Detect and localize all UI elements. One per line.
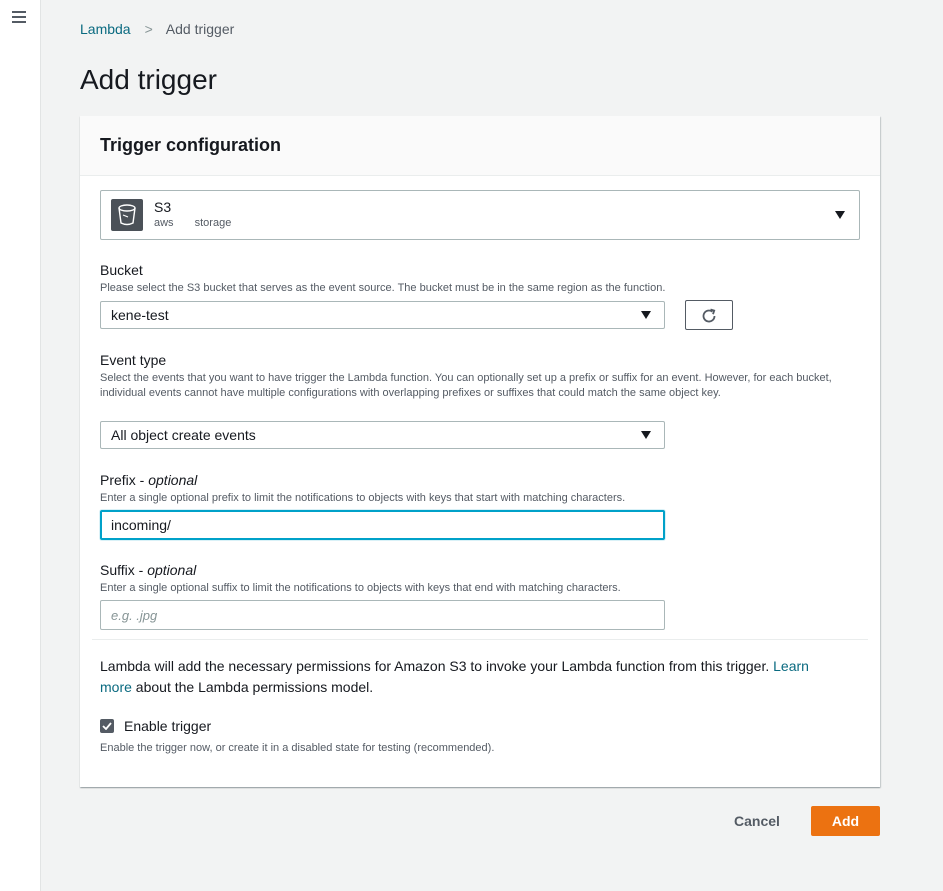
service-tag-aws: aws [154, 217, 174, 229]
side-navigation-rail [0, 0, 41, 891]
checkmark-icon [102, 722, 112, 730]
service-name: S3 [154, 199, 172, 215]
hamburger-menu-icon[interactable] [12, 11, 26, 23]
section-divider [92, 639, 868, 640]
enable-trigger-label[interactable]: Enable trigger [124, 718, 211, 734]
trigger-configuration-panel: Trigger configuration S3 aws storage Buc… [80, 116, 880, 787]
breadcrumb: Lambda > Add trigger [80, 21, 234, 37]
permissions-text-before: Lambda will add the necessary permission… [100, 658, 774, 674]
breadcrumb-separator-icon: > [144, 21, 153, 37]
event-type-select-value: All object create events [111, 427, 256, 443]
prefix-input[interactable] [100, 510, 665, 540]
s3-bucket-icon [111, 199, 143, 231]
prefix-label-text: Prefix - [100, 472, 149, 488]
prefix-optional-text: optional [148, 472, 198, 488]
chevron-down-icon [835, 211, 845, 219]
panel-title: Trigger configuration [80, 116, 880, 176]
bucket-select-value: kene-test [111, 307, 169, 323]
cancel-button[interactable]: Cancel [718, 806, 796, 836]
breadcrumb-current: Add trigger [165, 21, 235, 37]
enable-trigger-description: Enable the trigger now, or create it in … [100, 742, 495, 754]
suffix-optional-text: optional [147, 562, 197, 578]
bucket-select[interactable]: kene-test [100, 301, 665, 329]
chevron-down-icon [641, 311, 651, 319]
permissions-text-after: about the Lambda permissions model. [131, 679, 374, 695]
suffix-label: Suffix - optional [100, 562, 196, 578]
event-type-select[interactable]: All object create events [100, 421, 665, 449]
bucket-label: Bucket [100, 262, 143, 278]
suffix-input[interactable] [100, 600, 665, 630]
suffix-label-text: Suffix - [100, 562, 148, 578]
event-type-description: Select the events that you want to have … [100, 372, 832, 399]
suffix-description: Enter a single optional suffix to limit … [100, 582, 621, 594]
bucket-description: Please select the S3 bucket that serves … [100, 282, 666, 294]
refresh-buckets-button[interactable] [685, 300, 733, 330]
permissions-notice: Lambda will add the necessary permission… [100, 656, 840, 698]
chevron-down-icon [641, 431, 651, 439]
service-tags: aws storage [154, 217, 249, 229]
service-tag-storage: storage [194, 217, 232, 229]
prefix-description: Enter a single optional prefix to limit … [100, 492, 626, 504]
add-button[interactable]: Add [811, 806, 880, 836]
event-type-label: Event type [100, 352, 167, 368]
enable-trigger-checkbox[interactable] [100, 719, 114, 733]
page-title: Add trigger [80, 64, 217, 95]
refresh-icon [702, 308, 716, 323]
breadcrumb-lambda-link[interactable]: Lambda [80, 21, 131, 37]
prefix-label: Prefix - optional [100, 472, 197, 488]
trigger-service-select[interactable]: S3 aws storage [100, 190, 860, 240]
